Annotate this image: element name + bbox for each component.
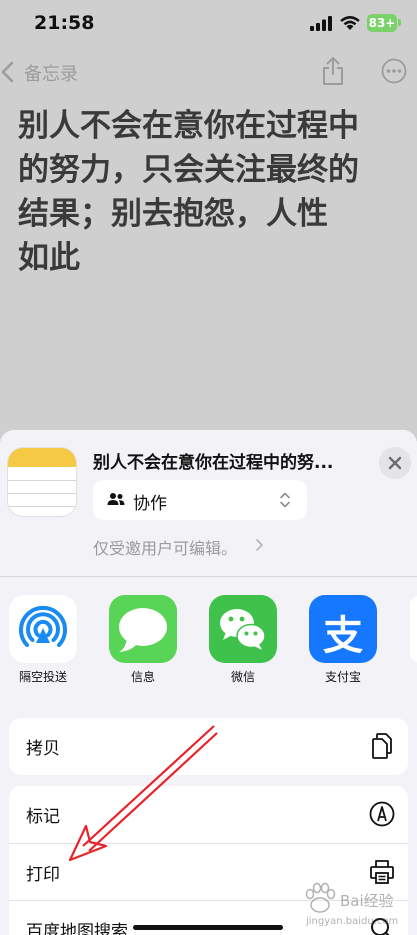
chevron-right-icon — [256, 539, 263, 551]
paw-icon — [305, 882, 336, 913]
alipay-glyph: 支 — [323, 613, 363, 659]
back-chevron-icon[interactable] — [0, 60, 16, 84]
permission-link[interactable]: 仅受邀用户可编辑。 — [93, 535, 237, 559]
close-button[interactable] — [379, 447, 411, 479]
notes-icon-header — [8, 448, 76, 467]
note-title-line: 的努力，只会关注最终的 — [18, 152, 359, 188]
action-label: 标记 — [26, 807, 60, 827]
notes-app-icon — [8, 448, 76, 516]
app-label: 隔空投送 — [18, 670, 67, 684]
note-title-line: 别人不会在意你在过程中 — [18, 108, 359, 144]
copy-icon — [372, 733, 392, 759]
action-group-copy: 拷贝 — [9, 718, 408, 775]
share-icon[interactable] — [321, 56, 345, 86]
collaboration-select[interactable]: 协作 — [93, 480, 307, 520]
notes-icon-line — [8, 506, 76, 507]
battery-indicator: 83+ — [367, 14, 397, 32]
app-label: 信息 — [130, 670, 155, 684]
share-app-alipay[interactable]: 支 支付宝 — [307, 595, 379, 685]
header-divider — [0, 576, 417, 577]
share-sheet-header: 别人不会在意你在过程中的努... 协作 仅受邀用户可编辑。 — [0, 430, 417, 577]
note-title: 别人不会在意你在过程中 的努力，只会关注最终的 结果；别去抱怨，人性 如此 — [18, 104, 388, 280]
chevron-up-down-icon — [280, 492, 290, 508]
app-label: 支付宝 — [324, 670, 361, 684]
notes-icon-line — [8, 480, 76, 481]
status-bar: 21:58 83+ — [0, 0, 417, 48]
share-app-messages[interactable]: 信息 — [107, 595, 179, 685]
action-label: 拷贝 — [26, 739, 60, 759]
note-title-line: 如此 — [18, 240, 80, 276]
status-time: 21:58 — [34, 12, 95, 34]
notes-icon-line — [8, 493, 76, 494]
cellular-signal-icon — [310, 16, 332, 31]
messages-icon — [109, 595, 177, 663]
nav-bar: 备忘录 — [0, 52, 417, 92]
home-indicator — [133, 925, 283, 930]
action-label: 打印 — [26, 865, 60, 885]
collaboration-label: 协作 — [133, 494, 167, 514]
note-title-line: 结果；别去抱怨，人性 — [18, 196, 328, 232]
more-options-icon[interactable] — [381, 58, 407, 84]
wifi-icon — [340, 15, 360, 30]
wechat-icon — [209, 595, 277, 663]
alipay-icon: 支 — [309, 595, 377, 663]
share-app-more-peek[interactable] — [410, 595, 417, 663]
app-label: 微信 — [230, 670, 255, 684]
baidu-watermark: Bai经验 jingyan.baidu.com — [300, 880, 410, 930]
share-sheet-title: 别人不会在意你在过程中的努... — [93, 453, 334, 473]
watermark-text: Bai经验 — [340, 892, 394, 910]
people-icon — [107, 493, 125, 505]
share-sheet: 别人不会在意你在过程中的努... 协作 仅受邀用户可编辑。 隔空投送 信息 微信… — [0, 430, 417, 935]
battery-tip — [398, 19, 401, 26]
action-copy[interactable]: 拷贝 — [9, 718, 408, 775]
share-app-airdrop[interactable]: 隔空投送 — [7, 595, 79, 685]
share-app-wechat[interactable]: 微信 — [207, 595, 279, 685]
watermark-subtext: jingyan.baidu.com — [306, 916, 399, 927]
markup-icon — [369, 801, 395, 827]
action-label: 百度地图搜索 — [26, 922, 128, 935]
airdrop-icon — [9, 595, 77, 663]
action-markup[interactable]: 标记 — [9, 786, 408, 843]
back-button[interactable]: 备忘录 — [24, 60, 78, 86]
